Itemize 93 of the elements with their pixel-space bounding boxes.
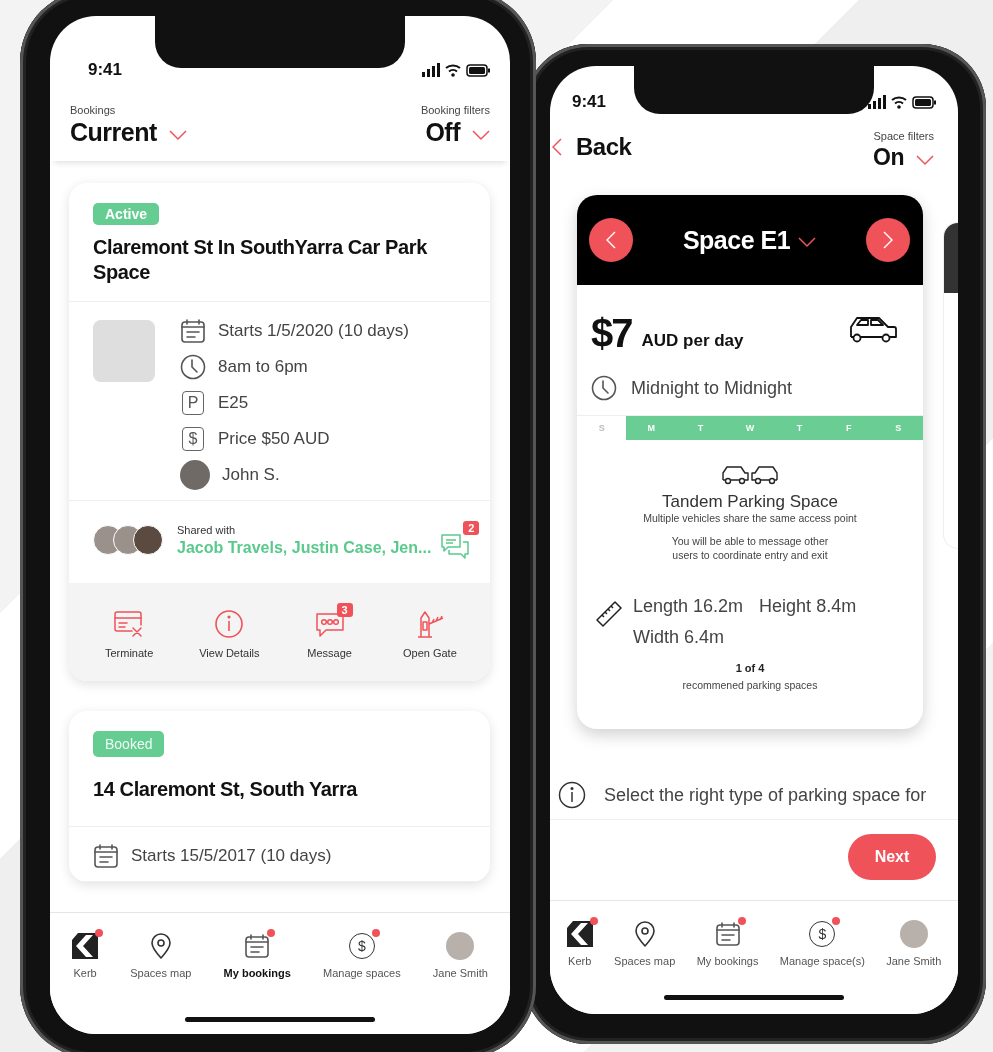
signal-icon — [868, 94, 886, 110]
wifi-icon — [445, 63, 461, 77]
calendar-icon — [714, 921, 741, 947]
back-button[interactable]: Back — [550, 133, 632, 161]
avatar — [133, 525, 163, 555]
parking-icon: P — [182, 391, 204, 415]
two-cars-icon — [721, 464, 779, 486]
detail-text: 8am to 6pm — [218, 357, 308, 377]
page-counter: 1 of 4 — [734, 662, 766, 674]
filters-label: Booking filters — [420, 104, 490, 116]
battery-icon — [466, 63, 490, 77]
wifi-icon — [891, 95, 907, 109]
day-cell: S — [873, 416, 923, 440]
battery-icon — [912, 95, 936, 109]
space-type-subtitle: Multiple vehicles share the same access point — [643, 512, 857, 524]
car-icon — [849, 315, 897, 345]
kerb-logo-icon — [72, 933, 99, 959]
day-cell: T — [675, 416, 726, 440]
counter-caption: recommened parking spaces — [681, 679, 819, 691]
action-button[interactable]: 3 Message — [279, 599, 380, 659]
previous-button[interactable] — [589, 218, 633, 262]
status-time: 9:41 — [88, 60, 123, 80]
chevron-right-icon — [883, 231, 893, 249]
status-badge: Booked — [93, 731, 165, 757]
day-cell: M — [626, 416, 676, 440]
day-cell: T — [774, 416, 825, 440]
tab-item[interactable]: $ Manage spaces — [315, 927, 409, 979]
hours-text: Midnight to Midnight — [631, 377, 793, 399]
status-badge: Active — [93, 203, 160, 225]
detail-text: Price $50 AUD — [218, 429, 330, 449]
bookings-label: Bookings — [70, 104, 117, 116]
detail-text: John S. — [222, 465, 280, 485]
tab-item[interactable]: Jane Smith — [424, 927, 496, 979]
chat-bubbles-icon — [441, 533, 470, 559]
chevron-down-icon — [798, 236, 817, 248]
shared-label: Shared with — [177, 523, 237, 536]
detail-text: E25 — [218, 393, 249, 413]
action-button[interactable]: View Details — [179, 599, 280, 659]
dimension-text: Height 8.4m — [759, 596, 857, 617]
count-badge: 2 — [463, 521, 480, 535]
filter-dropdown[interactable]: On — [873, 144, 934, 171]
tab-item[interactable]: Kerb — [558, 915, 601, 967]
calendar-icon — [180, 318, 206, 344]
avatar — [446, 932, 475, 960]
chevron-down-icon — [916, 153, 934, 166]
filters-label: Space filters — [873, 130, 934, 142]
space-type-note: You will be able to message other users to coordinate entry and exit — [670, 534, 830, 562]
calendar-icon — [93, 843, 119, 869]
detail-text: Starts 1/5/2020 (10 days) — [218, 321, 409, 341]
avatar — [180, 460, 210, 490]
back-chevron-icon — [552, 138, 562, 156]
map-pin-icon — [149, 933, 172, 959]
action-button[interactable]: Terminate — [79, 599, 180, 659]
next-space-button[interactable] — [866, 218, 910, 262]
action-button[interactable]: Open Gate — [379, 599, 480, 659]
price-amount: $7 — [591, 313, 632, 353]
tab-item[interactable]: My bookings — [215, 927, 299, 979]
chevron-down-icon — [472, 128, 490, 141]
calendar-icon — [244, 933, 271, 959]
space-dropdown[interactable]: Space E1 — [682, 225, 817, 255]
status-time: 9:41 — [572, 92, 607, 112]
day-cell: W — [725, 416, 775, 440]
price-unit: AUD per day — [641, 331, 745, 352]
dollar-icon: $ — [182, 427, 204, 451]
chevron-left-icon — [606, 231, 616, 249]
filter-dropdown[interactable]: Off — [425, 118, 490, 147]
tab-item[interactable]: Spaces map — [122, 927, 200, 979]
tab-item[interactable]: $ Manage space(s) — [771, 915, 873, 967]
booking-title: Claremont St In SouthYarra Car Park Space — [93, 235, 428, 285]
space-type-title: Tandem Parking Space — [662, 492, 838, 512]
signal-icon — [422, 62, 440, 78]
detail-text: Starts 15/5/2017 (10 days) — [131, 846, 332, 866]
card-cross-icon — [114, 610, 145, 638]
map-pin-icon — [633, 921, 656, 947]
dimension-text: Width 6.4m — [633, 627, 725, 648]
ruler-icon — [595, 600, 623, 628]
chevron-down-icon — [168, 128, 187, 141]
tab-item[interactable]: Spaces map — [606, 915, 684, 967]
tab-item[interactable]: My bookings — [688, 915, 767, 967]
count-badge: 3 — [336, 603, 353, 617]
info-icon — [214, 609, 245, 639]
day-cell: F — [824, 416, 874, 440]
info-icon — [558, 781, 586, 809]
view-dropdown[interactable]: Current — [70, 118, 187, 147]
booking-title: 14 Claremont St, South Yarra — [93, 777, 358, 802]
clock-icon — [180, 354, 206, 380]
tab-item[interactable]: Jane Smith — [878, 915, 950, 967]
info-text: Select the right type of parking space for — [604, 784, 927, 806]
dimension-text: Length 16.2m — [633, 596, 744, 617]
kerb-logo-icon — [566, 921, 593, 947]
avatar — [899, 920, 928, 948]
tab-item[interactable]: Kerb — [64, 927, 107, 979]
clock-icon — [591, 375, 617, 401]
